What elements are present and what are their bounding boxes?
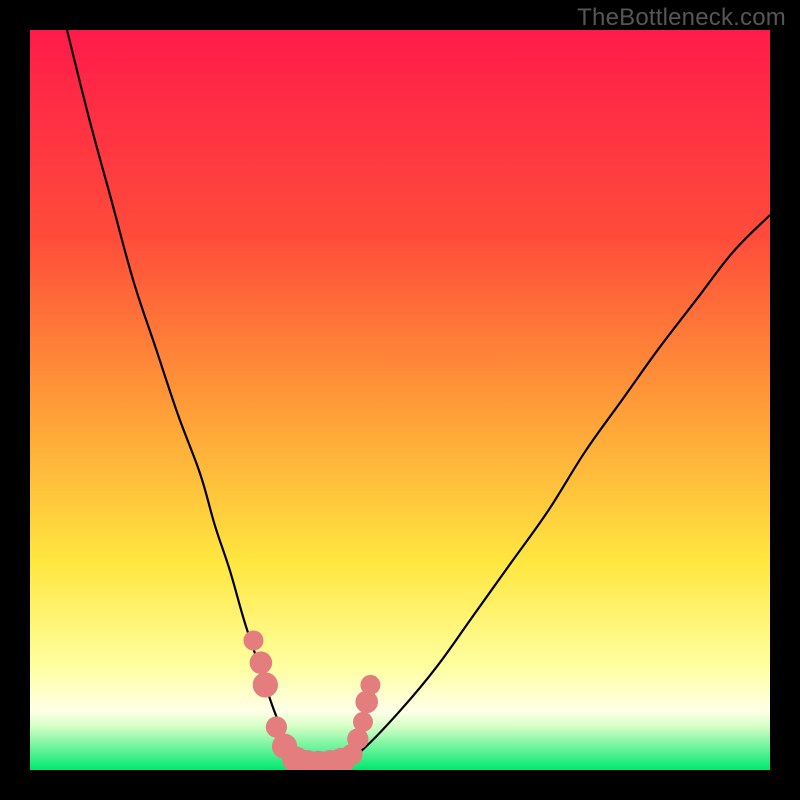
chart-svg <box>30 30 770 770</box>
plot-area <box>30 30 770 770</box>
watermark-text: TheBottleneck.com <box>577 4 786 32</box>
trough-marker <box>253 672 278 697</box>
trough-marker <box>250 651 273 674</box>
trough-marker <box>353 712 373 732</box>
trough-marker <box>360 675 380 695</box>
chart-frame: TheBottleneck.com <box>0 0 800 800</box>
trough-marker <box>243 631 263 651</box>
gradient-background <box>30 30 770 770</box>
